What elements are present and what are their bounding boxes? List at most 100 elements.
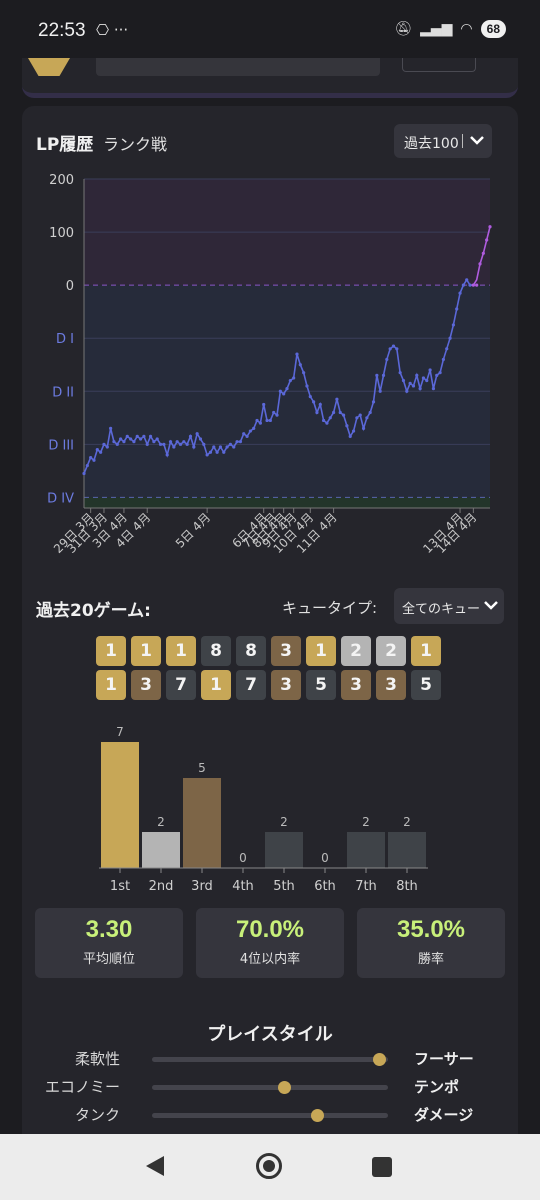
x-tick-label: 5日 4月 <box>173 510 213 550</box>
lp-point <box>371 400 376 404</box>
lp-point <box>341 413 346 417</box>
playstyle-row: 柔軟性 フーサー <box>22 1048 518 1074</box>
lp-point <box>441 357 446 362</box>
placement-box[interactable]: 1 <box>201 670 231 700</box>
placement-distribution-chart: 7 1st 2 2nd 5 3rd 0 4th 2 5th 0 6th 2 7th 2 8th <box>99 725 428 894</box>
y-tick-label: 0 <box>66 279 74 294</box>
lp-point <box>335 397 339 401</box>
lp-point <box>431 387 436 391</box>
lp-point <box>115 442 119 446</box>
lp-point <box>415 373 419 377</box>
lp-point <box>411 384 416 388</box>
queue-type-select[interactable]: 全てのキュー <box>394 588 504 624</box>
lp-point <box>351 429 356 433</box>
bar-category-label: 5th <box>273 879 295 894</box>
lp-point <box>385 357 389 362</box>
lp-point <box>488 225 492 229</box>
lp-point <box>99 450 103 454</box>
lp-point <box>461 283 465 287</box>
lp-point <box>122 440 126 444</box>
lp-point <box>435 373 439 377</box>
placement-box[interactable]: 3 <box>341 670 371 700</box>
lp-point <box>478 262 482 266</box>
lp-point <box>451 323 455 327</box>
placement-box[interactable]: 1 <box>96 636 126 666</box>
lp-point <box>381 373 386 377</box>
placement-box[interactable]: 2 <box>376 636 406 666</box>
lp-point <box>282 392 286 396</box>
placement-box[interactable]: 3 <box>376 670 406 700</box>
lp-point <box>305 384 309 388</box>
status-bar: 22:53 ⎔ ··· 🔕︎ ▂▄▆ ◠ 68 <box>0 0 540 62</box>
lp-point <box>225 445 229 449</box>
bar-value-label: 2 <box>157 815 165 829</box>
placement-box[interactable]: 1 <box>96 670 126 700</box>
playstyle-left-label: タンク <box>74 1106 120 1124</box>
playstyle-right-label: フーサー <box>414 1050 474 1068</box>
lp-point <box>109 426 113 431</box>
lp-point <box>458 291 462 295</box>
lp-point <box>465 278 469 282</box>
lp-point <box>165 453 169 457</box>
lp-line-chart: 2001000D ID IID IIID IV29日 3月31日 3月3日 4月… <box>47 173 492 556</box>
lp-point <box>119 437 123 441</box>
lp-point <box>168 440 173 444</box>
bar-value-label: 2 <box>403 815 411 829</box>
bar-category-label: 6th <box>314 879 336 894</box>
bar-value-label: 0 <box>321 851 329 865</box>
bar-category-label: 3rd <box>191 879 213 894</box>
playstyle-title: プレイスタイル <box>207 1024 333 1045</box>
lp-point <box>232 445 236 449</box>
lp-point <box>298 363 302 367</box>
bar-value-label: 7 <box>116 725 124 739</box>
bar-category-label: 7th <box>355 879 377 894</box>
playstyle-left-label: 柔軟性 <box>74 1050 120 1068</box>
placement-box[interactable]: 1 <box>131 636 161 666</box>
placement-box[interactable]: 3 <box>271 636 301 666</box>
range-select[interactable]: 過去100 <box>394 124 492 158</box>
playstyle-right-label: テンポ <box>414 1078 460 1096</box>
lp-point <box>142 434 146 438</box>
placement-box[interactable]: 5 <box>411 670 441 700</box>
back-icon[interactable] <box>146 1156 164 1176</box>
lp-history-card: LP履歴 ランク戦 過去100 200 100 0 D ID II D III D IV 2… <box>22 106 518 1166</box>
placement-box[interactable]: 2 <box>341 636 371 666</box>
placement-box[interactable]: 7 <box>166 670 196 700</box>
distribution-bar <box>101 742 139 868</box>
lp-point <box>252 426 256 431</box>
bar-category-label: 2nd <box>149 879 174 894</box>
lp-point <box>272 410 276 415</box>
profile-button[interactable] <box>402 58 476 72</box>
lp-point <box>95 448 99 452</box>
lp-point <box>195 432 199 436</box>
placement-box[interactable]: 5 <box>306 670 336 700</box>
placement-box[interactable]: 8 <box>236 636 266 666</box>
lp-point <box>315 410 319 415</box>
recents-icon[interactable] <box>372 1157 392 1177</box>
lp-point <box>145 442 149 446</box>
lp-point <box>178 442 183 446</box>
home-icon[interactable] <box>256 1153 282 1179</box>
lp-point <box>255 418 259 423</box>
placement-box[interactable]: 3 <box>131 670 161 700</box>
bar-value-label: 2 <box>280 815 288 829</box>
bar-category-label: 1st <box>110 879 130 894</box>
placement-row: 1118831221 <box>96 636 446 666</box>
lp-point <box>378 389 382 393</box>
stat-label: 4位以内率 <box>239 952 301 967</box>
distribution-bar <box>265 832 303 868</box>
placement-box[interactable]: 1 <box>306 636 336 666</box>
y-tick-label: D II <box>52 385 74 400</box>
placement-box[interactable]: 1 <box>411 636 441 666</box>
lp-point <box>248 429 252 433</box>
placement-box[interactable]: 1 <box>166 636 196 666</box>
lp-point <box>361 426 366 431</box>
lp-point <box>162 442 166 446</box>
placement-box[interactable]: 3 <box>271 670 301 700</box>
placement-box[interactable]: 8 <box>201 636 231 666</box>
stat-label: 勝率 <box>417 952 444 967</box>
lp-point <box>292 376 296 380</box>
lp-point <box>188 434 193 438</box>
lp-point <box>235 440 239 444</box>
placement-box[interactable]: 7 <box>236 670 266 700</box>
